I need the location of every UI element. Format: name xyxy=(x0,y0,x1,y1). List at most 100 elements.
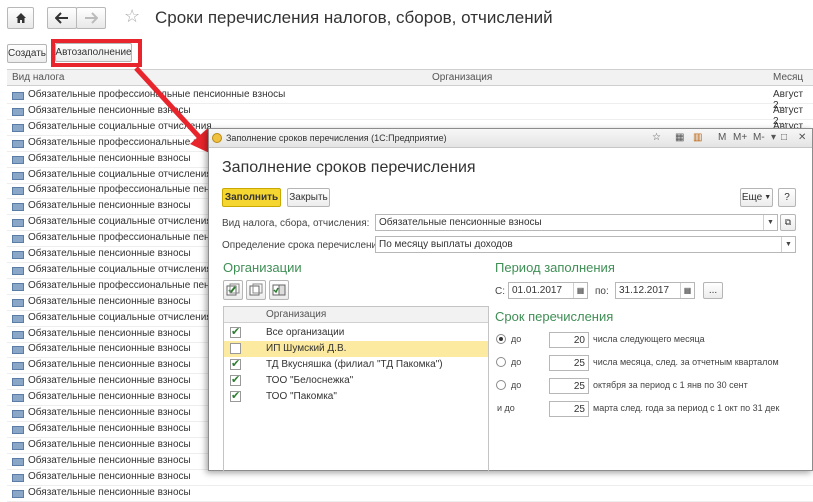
document-icon xyxy=(12,219,24,228)
document-icon xyxy=(12,235,24,244)
document-icon xyxy=(12,187,24,196)
table-row[interactable]: Обязательные профессиональные пенсионные… xyxy=(7,88,813,111)
term-day-input[interactable]: 20 xyxy=(549,332,589,348)
tax-type-cell: Обязательные пенсионные взносы xyxy=(28,486,191,498)
organization-checkbox[interactable]: ✔ xyxy=(230,375,241,386)
page-title: Сроки перечисления налогов, сборов, отчи… xyxy=(155,8,553,27)
period-from-field[interactable]: 01.01.2017 ▦ xyxy=(508,282,588,299)
calendar-icon[interactable]: ▦ xyxy=(680,283,694,298)
term-radio[interactable] xyxy=(496,334,506,344)
forward-button[interactable] xyxy=(76,7,106,29)
document-icon xyxy=(12,441,24,450)
period-section-title: Период заполнения xyxy=(495,260,615,275)
fill-button[interactable]: Заполнить xyxy=(222,188,281,207)
document-icon xyxy=(12,123,24,132)
document-icon xyxy=(12,473,24,482)
tax-type-cell: Обязательные пенсионные взносы xyxy=(28,295,191,307)
app-icon xyxy=(212,133,222,143)
document-icon xyxy=(12,282,24,291)
dialog-window-title: Заполнение сроков перечисления (1С:Предп… xyxy=(226,133,447,143)
tax-type-cell: Обязательные пенсионные взносы xyxy=(28,391,191,403)
organization-name: Все организации xyxy=(266,327,345,338)
chevron-down-icon: ▼ xyxy=(764,194,772,201)
table-row[interactable]: Обязательные пенсионные взносы xyxy=(7,486,813,502)
term-prefix: и до xyxy=(497,403,515,413)
term-description: числа следующего месяца xyxy=(593,334,705,344)
column-month[interactable]: Месяц xyxy=(773,72,803,83)
organization-checkbox[interactable] xyxy=(230,343,241,354)
tax-type-label: Вид налога, сбора, отчисления: xyxy=(222,218,370,229)
close-icon[interactable]: ✕ xyxy=(798,132,806,143)
document-icon xyxy=(12,394,24,403)
tax-type-cell: Обязательные пенсионные взносы xyxy=(28,470,191,482)
tax-type-cell: Обязательные пенсионные взносы xyxy=(28,359,191,371)
document-icon xyxy=(12,457,24,466)
help-button[interactable]: ? xyxy=(778,188,796,207)
home-icon xyxy=(15,13,26,23)
back-button[interactable] xyxy=(47,7,77,29)
organizations-section-title: Организации xyxy=(223,260,302,275)
document-icon xyxy=(12,314,24,323)
tax-type-cell: Обязательные пенсионные взносы xyxy=(28,200,191,212)
document-icon xyxy=(12,489,24,498)
tax-type-field[interactable]: Обязательные пенсионные взносы ▼ xyxy=(375,214,778,231)
term-radio[interactable] xyxy=(496,380,506,390)
check-all-icon[interactable] xyxy=(223,280,243,300)
period-from-label: С: xyxy=(495,286,505,297)
deadline-field[interactable]: По месяцу выплаты доходов ▼ xyxy=(375,236,796,253)
organization-checkbox[interactable]: ✔ xyxy=(230,327,241,338)
column-tax-type[interactable]: Вид налога xyxy=(12,72,64,83)
invert-selection-icon[interactable] xyxy=(269,280,289,300)
term-section-title: Срок перечисления xyxy=(495,309,614,324)
calendar-icon[interactable]: ▥ xyxy=(693,132,702,143)
back-arrow-icon xyxy=(55,12,68,24)
column-organization[interactable]: Организация xyxy=(432,72,492,83)
organization-name: ТД Вкусняшка (филиал "ТД Пакомка") xyxy=(266,359,443,370)
table-row[interactable]: Обязательные пенсионные взносы Август 2..… xyxy=(7,104,813,127)
list-header: Вид налога Организация Месяц xyxy=(7,69,813,86)
window-menu-icon[interactable]: ▾ xyxy=(771,132,776,143)
term-day-input[interactable]: 25 xyxy=(549,401,589,417)
organization-name: ИП Шумский Д.В. xyxy=(266,343,347,354)
period-to-field[interactable]: 31.12.2017 ▦ xyxy=(615,282,695,299)
tax-type-cell: Обязательные пенсионные взносы xyxy=(28,343,191,355)
deadline-value: По месяцу выплаты доходов xyxy=(379,239,513,250)
term-day-input[interactable]: 25 xyxy=(549,378,589,394)
chevron-down-icon[interactable]: ▼ xyxy=(763,215,777,230)
create-button[interactable]: Создать xyxy=(7,44,47,63)
tax-type-cell: Обязательные социальные отчисления xyxy=(28,168,212,180)
organization-checkbox[interactable]: ✔ xyxy=(230,391,241,402)
term-radio[interactable] xyxy=(496,357,506,367)
tax-type-cell: Обязательные пенсионные взносы xyxy=(28,327,191,339)
memory-minus-button[interactable]: M- xyxy=(753,132,765,143)
chevron-down-icon[interactable]: ▼ xyxy=(781,237,795,252)
organization-row[interactable]: ✔ Все организации xyxy=(224,325,488,341)
uncheck-all-icon[interactable] xyxy=(246,280,266,300)
maximize-icon[interactable]: □ xyxy=(781,132,787,143)
calendar-icon[interactable]: ▦ xyxy=(573,283,587,298)
organization-row[interactable]: ✔ ТД Вкусняшка (филиал "ТД Пакомка") xyxy=(224,357,488,373)
organization-row[interactable]: ИП Шумский Д.В. xyxy=(224,341,488,357)
more-button[interactable]: Еще ▼ xyxy=(740,188,773,207)
document-icon xyxy=(12,298,24,307)
close-button[interactable]: Закрыть xyxy=(287,188,330,207)
organization-checkbox[interactable]: ✔ xyxy=(230,359,241,370)
organization-row[interactable]: ✔ ТОО "Пакомка" xyxy=(224,389,488,405)
document-icon xyxy=(12,410,24,418)
organization-row[interactable]: ✔ ТОО "Белоснежка" xyxy=(224,373,488,389)
open-icon[interactable]: ⧉ xyxy=(780,214,796,231)
memory-plus-button[interactable]: M+ xyxy=(733,132,747,143)
memory-button[interactable]: M xyxy=(718,132,726,143)
term-description: марта след. года за период с 1 окт по 31… xyxy=(593,403,780,413)
term-prefix: до xyxy=(511,357,522,367)
forward-arrow-icon xyxy=(85,12,98,24)
fill-deadlines-dialog: Заполнение сроков перечисления (1С:Предп… xyxy=(208,128,813,472)
term-day-input[interactable]: 25 xyxy=(549,355,589,371)
period-select-button[interactable]: ... xyxy=(703,282,723,299)
home-button[interactable] xyxy=(7,7,34,29)
favorites-icon[interactable]: ☆ xyxy=(652,132,661,143)
column-organization[interactable]: Организация xyxy=(266,309,326,320)
document-icon xyxy=(12,266,24,275)
star-icon[interactable]: ☆ xyxy=(124,6,140,27)
calculator-icon[interactable]: ▦ xyxy=(675,132,684,143)
